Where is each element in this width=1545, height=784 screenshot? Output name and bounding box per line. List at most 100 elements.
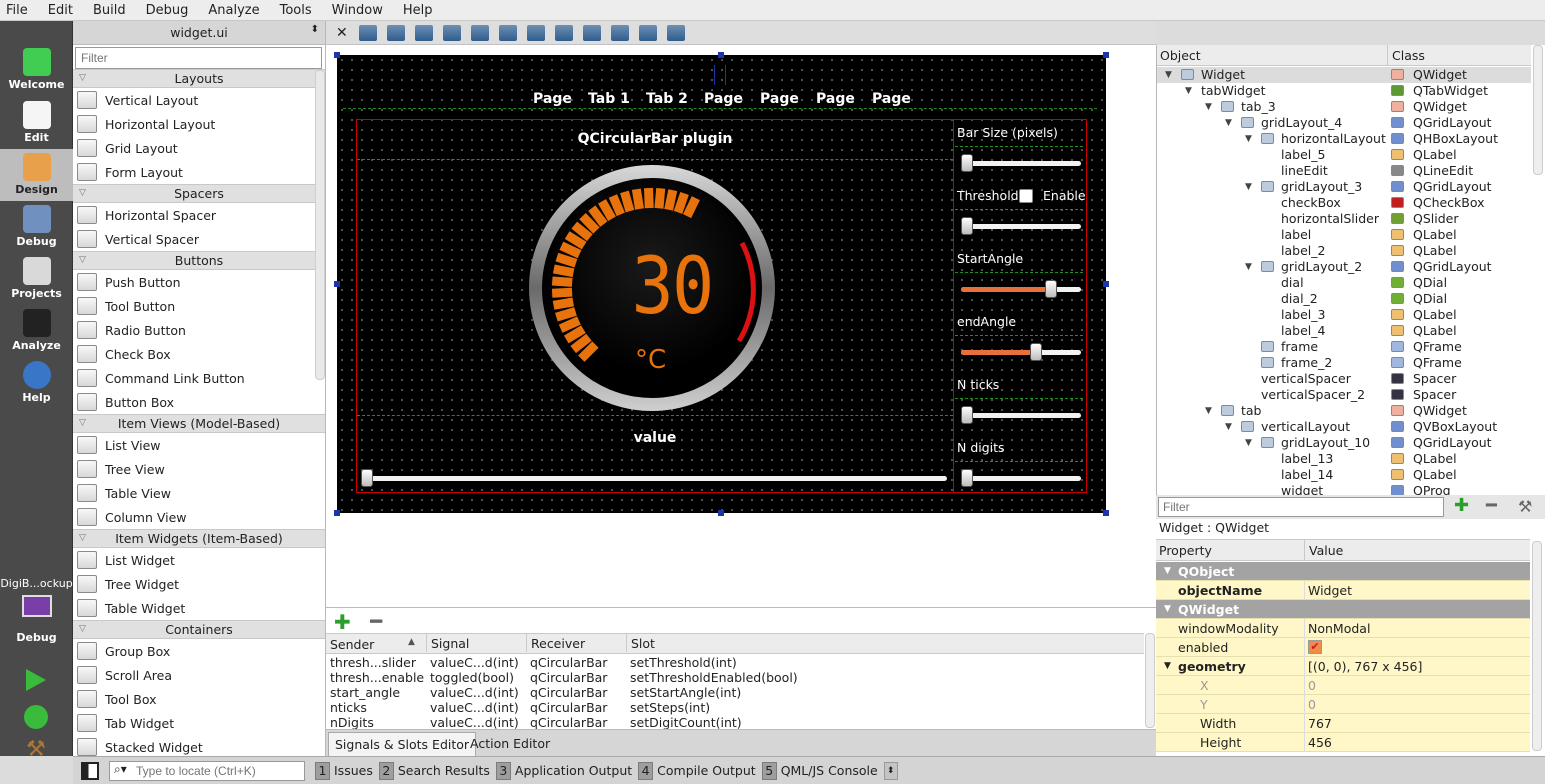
output-pane-search-results[interactable]: 2 Search Results	[378, 761, 490, 781]
category-header[interactable]: Spacers	[73, 184, 325, 203]
widget-filter-input[interactable]	[75, 47, 322, 69]
close-icon[interactable]: ✕	[336, 25, 348, 41]
expand-arrow-icon[interactable]: ▼	[1185, 83, 1192, 99]
widget-item-vertical-spacer[interactable]: Vertical Spacer	[73, 227, 325, 251]
value-column-header[interactable]: Value	[1304, 540, 1347, 561]
menu-analyze[interactable]: Analyze	[208, 3, 259, 18]
property-row-width[interactable]: Width 767	[1156, 714, 1530, 733]
expand-arrow-icon[interactable]: ▼	[1225, 115, 1232, 131]
property-row-windowmodality[interactable]: windowModality NonModal	[1156, 619, 1530, 638]
connection-row[interactable]: start_angle valueC...d(int) qCircularBar se…	[330, 685, 1142, 700]
expand-arrow-icon[interactable]: ▼	[1205, 99, 1212, 115]
slider-handle[interactable]	[361, 469, 373, 487]
column-header-slot[interactable]: Slot	[626, 634, 655, 652]
build-hammer-icon[interactable]: ⚒	[26, 737, 46, 762]
inspector-scrollbar[interactable]	[1533, 45, 1543, 175]
output-pane-application-output[interactable]: 3 Application Output	[495, 761, 632, 781]
property-row-height[interactable]: Height 456	[1156, 733, 1530, 752]
object-row-lineedit[interactable]: lineEdit QLineEdit	[1157, 163, 1531, 179]
mode-analyze[interactable]: Analyze	[0, 305, 73, 357]
form-tab[interactable]: Page	[760, 91, 799, 107]
resize-handle[interactable]	[334, 52, 340, 58]
property-row-qwidget[interactable]: ▼ QWidget	[1156, 600, 1530, 619]
resize-handle[interactable]	[718, 510, 724, 516]
configure-icon[interactable]: ⚒	[1518, 497, 1532, 516]
object-row-label_3[interactable]: label_3 QLabel	[1157, 307, 1531, 323]
property-row-objectname[interactable]: objectName Widget	[1156, 581, 1530, 600]
debug-run-icon[interactable]	[24, 705, 48, 729]
object-row-tab_3[interactable]: ▼ tab_3 QWidget	[1157, 99, 1531, 115]
property-row-y[interactable]: Y0	[1156, 695, 1530, 714]
widget-item-horizontal-layout[interactable]: Horizontal Layout	[73, 112, 325, 136]
object-row-label[interactable]: label QLabel	[1157, 227, 1531, 243]
widget-item-tree-widget[interactable]: Tree Widget	[73, 572, 325, 596]
widget-item-radio-button[interactable]: Radio Button	[73, 318, 325, 342]
add-connection-icon[interactable]: ✚	[334, 610, 351, 634]
property-scrollbar[interactable]	[1532, 541, 1542, 751]
connection-row[interactable]: thresh...enable toggled(bool) qCircularBar…	[330, 670, 1142, 685]
widget-item-table-view[interactable]: Table View	[73, 481, 325, 505]
form-tab[interactable]: Page	[704, 91, 743, 107]
object-row-widget[interactable]: ▼ Widget QWidget	[1157, 67, 1531, 83]
edit-buddies-icon[interactable]	[414, 24, 433, 41]
resize-handle[interactable]	[1103, 52, 1109, 58]
output-pane-issues[interactable]: 1 Issues	[315, 761, 373, 781]
widget-item-list-view[interactable]: List View	[73, 433, 325, 457]
category-header[interactable]: Containers	[73, 620, 325, 639]
expand-arrow-icon[interactable]: ▼	[1245, 179, 1252, 195]
remove-connection-icon[interactable]: ━	[370, 609, 382, 633]
object-row-frame[interactable]: frame QFrame	[1157, 339, 1531, 355]
expand-arrow-icon[interactable]: ▼	[1225, 419, 1232, 435]
widget-item-button-box[interactable]: Button Box	[73, 390, 325, 414]
widget-item-tool-box[interactable]: Tool Box	[73, 687, 325, 711]
expand-arrow-icon[interactable]: ▼	[1245, 435, 1252, 451]
output-pane-qml-js-console[interactable]: 5 QML/JS Console	[761, 761, 878, 781]
menu-build[interactable]: Build	[93, 3, 126, 18]
slider-handle[interactable]	[1045, 280, 1058, 298]
object-row-dial_2[interactable]: dial_2 QDial	[1157, 291, 1531, 307]
object-row-label_14[interactable]: label_14 QLabel	[1157, 467, 1531, 483]
column-header-sender[interactable]: Sender	[330, 637, 374, 652]
resize-handle[interactable]	[334, 281, 340, 287]
slider-handle[interactable]	[961, 154, 973, 172]
control-slider[interactable]	[961, 343, 1081, 361]
connection-row[interactable]: thresh...slider valueC...d(int) qCircularB…	[330, 655, 1142, 670]
output-pane-compile-output[interactable]: 4 Compile Output	[638, 761, 756, 781]
object-row-verticalspacer[interactable]: verticalSpacer Spacer	[1157, 371, 1531, 387]
category-header[interactable]: Layouts	[73, 69, 325, 88]
widget-item-tool-button[interactable]: Tool Button	[73, 294, 325, 318]
form-tab[interactable]: Tab 1	[588, 91, 630, 107]
property-row-qobject[interactable]: ▼ QObject	[1156, 562, 1530, 581]
add-property-icon[interactable]: ✚	[1454, 495, 1469, 516]
object-row-gridlayout_10[interactable]: ▼ gridLayout_10 QGridLayout	[1157, 435, 1531, 451]
object-row-checkbox[interactable]: checkBox QCheckBox	[1157, 195, 1531, 211]
connections-scrollbar[interactable]	[1145, 633, 1155, 728]
object-row-dial[interactable]: dial QDial	[1157, 275, 1531, 291]
object-row-horizontallayout[interactable]: ▼ horizontalLayout QHBoxLayout	[1157, 131, 1531, 147]
property-row-enabled[interactable]: enabled ✔	[1156, 638, 1530, 657]
menu-debug[interactable]: Debug	[146, 3, 189, 18]
widget-item-tree-view[interactable]: Tree View	[73, 457, 325, 481]
mode-edit[interactable]: Edit	[0, 97, 73, 149]
object-row-label_2[interactable]: label_2 QLabel	[1157, 243, 1531, 259]
object-row-tab[interactable]: ▼ tab QWidget	[1157, 403, 1531, 419]
object-row-tabwidget[interactable]: ▼ tabWidget QTabWidget	[1157, 83, 1531, 99]
form-tab[interactable]: Page	[872, 91, 911, 107]
tab-action-editor[interactable]: Action Editor	[464, 732, 556, 756]
menu-file[interactable]: File	[6, 3, 28, 18]
threshold-enable-checkbox[interactable]	[1019, 189, 1033, 203]
run-icon[interactable]	[26, 669, 46, 691]
layout-vertical-icon[interactable]	[498, 24, 517, 41]
connection-row[interactable]: nDigits valueC...d(int) qCircularBar setDig…	[330, 715, 1142, 730]
widget-item-tab-widget[interactable]: Tab Widget	[73, 711, 325, 735]
object-column-header[interactable]: Object	[1160, 48, 1201, 63]
layout-splitter-h-icon[interactable]	[526, 24, 545, 41]
expand-arrow-icon[interactable]: ▼	[1205, 403, 1212, 419]
file-selector[interactable]: widget.ui ⬍	[73, 21, 325, 45]
menu-window[interactable]: Window	[332, 3, 383, 18]
widget-item-column-view[interactable]: Column View	[73, 505, 325, 529]
expand-arrow-icon[interactable]: ▼	[1245, 131, 1252, 147]
slider-handle[interactable]	[961, 406, 973, 424]
form-tab[interactable]: Tab 2	[646, 91, 688, 107]
category-header[interactable]: Item Views (Model-Based)	[73, 414, 325, 433]
